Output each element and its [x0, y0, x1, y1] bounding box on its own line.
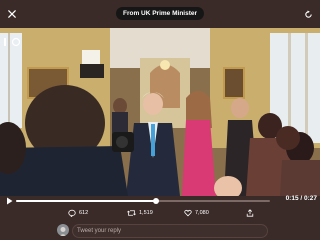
reply-input[interactable]: Tweet your reply [72, 224, 268, 238]
reply-icon [68, 209, 76, 217]
retweet-action[interactable]: 1,519 [127, 209, 153, 217]
like-action[interactable]: 7,080 [184, 209, 209, 217]
play-icon [6, 197, 12, 205]
source-label[interactable]: From UK Prime Minister [115, 7, 205, 20]
share-icon [246, 209, 254, 217]
share-action[interactable] [246, 209, 254, 217]
rotate-button[interactable] [300, 6, 316, 22]
reply-composer: Tweet your reply [0, 222, 320, 240]
retweet-icon [127, 210, 136, 216]
play-button[interactable] [3, 195, 15, 207]
video-frame-image [0, 28, 320, 196]
reply-action[interactable]: 612 [68, 209, 88, 217]
pause-icon [4, 38, 6, 46]
viewer-topbar: From UK Prime Minister [0, 0, 320, 28]
volume-button[interactable] [11, 34, 21, 52]
like-count: 7,080 [195, 210, 209, 216]
progress-fill [16, 200, 156, 202]
close-icon [8, 10, 16, 18]
time-readout: 0:15 / 0:27 [285, 195, 317, 202]
video-player[interactable] [0, 28, 320, 196]
tweet-actions: 612 1,519 7,080 [0, 209, 320, 221]
avatar [57, 224, 69, 236]
pause-button[interactable] [3, 34, 11, 52]
rotate-icon [304, 9, 312, 18]
progress-handle[interactable] [152, 198, 159, 204]
close-button[interactable] [4, 6, 20, 22]
progress-bar[interactable] [16, 198, 270, 204]
heart-icon [184, 209, 192, 217]
volume-icon [11, 37, 21, 47]
retweet-count: 1,519 [139, 210, 153, 216]
reply-count: 612 [79, 210, 89, 216]
